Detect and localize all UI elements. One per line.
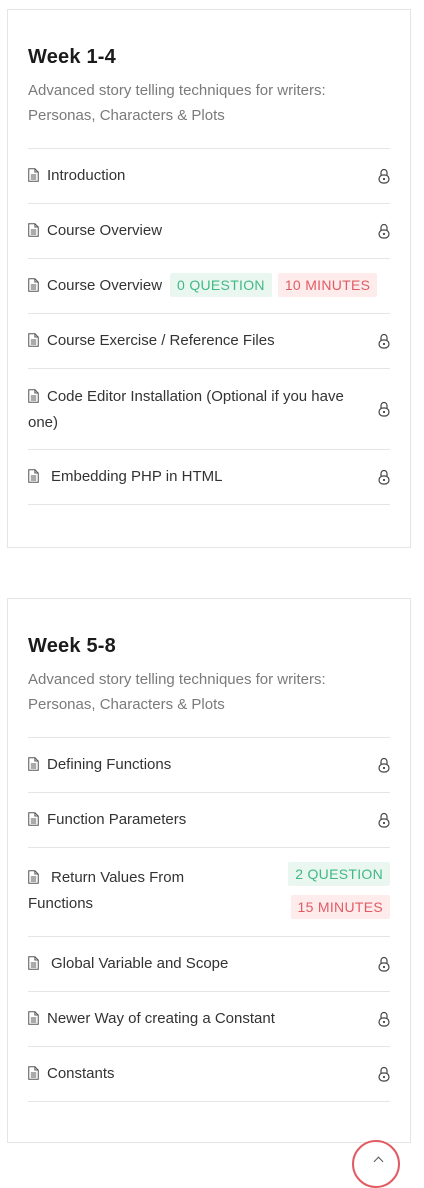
document-icon <box>28 1066 39 1080</box>
lesson-item[interactable]: Function Parameters <box>28 793 390 848</box>
question-count-badge: 2 QUESTION <box>288 862 390 886</box>
lesson-title: Return Values From Functions <box>28 869 185 912</box>
lock-icon <box>378 401 390 417</box>
document-icon <box>28 1011 39 1025</box>
week-description: Advanced story telling techniques for wr… <box>28 78 390 149</box>
lesson-title: Course Overview <box>47 277 163 294</box>
lesson-item[interactable]: Course Exercise / Reference Files <box>28 314 390 369</box>
lesson-title: Code Editor Installation (Optional if yo… <box>28 387 344 431</box>
document-icon <box>28 223 39 237</box>
duration-badge: 15 MINUTES <box>290 895 390 919</box>
lesson-item[interactable]: Code Editor Installation (Optional if yo… <box>28 369 390 450</box>
lesson-title: Course Overview <box>47 222 163 239</box>
document-icon <box>28 757 39 771</box>
lock-icon <box>378 223 390 239</box>
document-icon <box>28 870 39 884</box>
lesson-item[interactable]: Introduction <box>28 149 390 204</box>
week-title: Week 1-4 <box>28 46 116 68</box>
lock-icon <box>378 812 390 828</box>
lesson-title: Defining Functions <box>47 756 172 773</box>
lesson-item[interactable]: Course Overview 0 QUESTION 10 MINUTES <box>28 259 390 314</box>
curriculum-week-5-8: Week 5-8 Advanced story telling techniqu… <box>7 598 411 1143</box>
document-icon <box>28 469 39 483</box>
lock-icon <box>378 168 390 184</box>
curriculum-week-1-4: Week 1-4 Advanced story telling techniqu… <box>7 9 411 548</box>
lesson-item[interactable]: Defining Functions <box>28 738 390 793</box>
lesson-item[interactable]: Newer Way of creating a Constant <box>28 992 390 1047</box>
document-icon <box>28 812 39 826</box>
lock-icon <box>378 469 390 485</box>
lock-icon <box>378 1066 390 1082</box>
week-description: Advanced story telling techniques for wr… <box>28 667 390 738</box>
lesson-item[interactable]: Global Variable and Scope <box>28 937 390 992</box>
document-icon <box>28 956 39 970</box>
lesson-item[interactable]: Constants <box>28 1047 390 1102</box>
lesson-item[interactable]: Course Overview <box>28 204 390 259</box>
week-title: Week 5-8 <box>28 635 116 657</box>
lesson-title: Newer Way of creating a Constant <box>47 1010 275 1027</box>
lesson-title: Course Exercise / Reference Files <box>47 332 275 349</box>
lesson-title: Introduction <box>47 167 126 184</box>
arrow-up-icon <box>373 1156 384 1167</box>
lesson-title: Global Variable and Scope <box>51 955 229 972</box>
lock-icon <box>378 333 390 349</box>
lesson-title: Constants <box>47 1065 115 1082</box>
document-icon <box>28 278 39 292</box>
lock-icon <box>378 757 390 773</box>
scroll-to-top-button[interactable] <box>352 1140 400 1188</box>
duration-badge: 10 MINUTES <box>277 273 378 297</box>
lesson-item[interactable]: Embedding PHP in HTML <box>28 450 390 505</box>
document-icon <box>28 168 39 182</box>
lesson-item[interactable]: Return Values From Functions 2 QUESTION … <box>28 848 390 937</box>
document-icon <box>28 333 39 347</box>
lock-icon <box>378 1011 390 1027</box>
question-count-badge: 0 QUESTION <box>170 273 272 297</box>
lesson-title: Function Parameters <box>47 811 187 828</box>
lesson-title: Embedding PHP in HTML <box>51 468 223 485</box>
document-icon <box>28 388 39 403</box>
lock-icon <box>378 956 390 972</box>
